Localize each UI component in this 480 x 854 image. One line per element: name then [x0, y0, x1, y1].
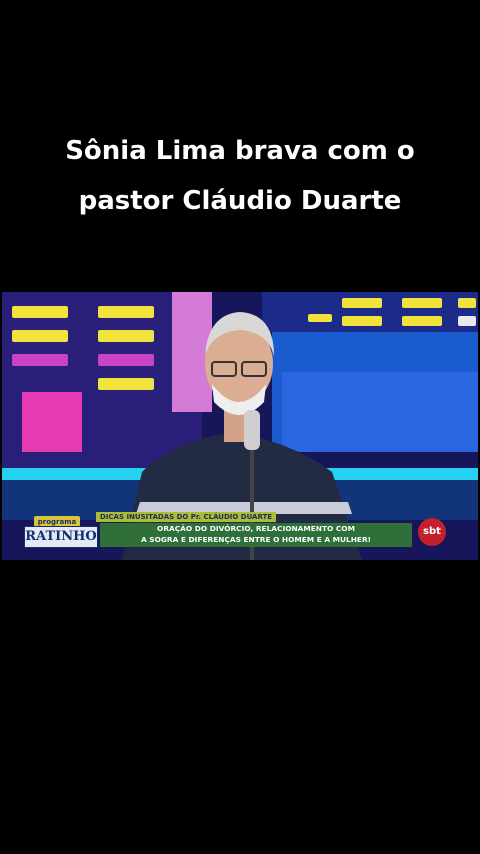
headline-line-2: A SOGRA E DIFERENÇAS ENTRE O HOMEM E A M…: [140, 535, 372, 544]
caption-line-1: Sônia Lima brava com o: [65, 136, 415, 166]
channel-logo: sbt: [418, 518, 446, 546]
segment-tag: DICAS INUSITADAS DO Pr. CLÁUDIO DUARTE: [96, 512, 276, 522]
program-logo-name: RATINHO: [24, 526, 98, 548]
video-caption: Sônia Lima brava com o pastor Cláudio Du…: [0, 126, 480, 226]
program-logo: programa do RATINHO: [24, 516, 98, 552]
caption-line-2: pastor Cláudio Duarte: [78, 186, 402, 216]
headline-line-1: ORAÇÃO DO DIVÓRCIO, RELACIONAMENTO COM: [157, 524, 355, 533]
headline-bar: ORAÇÃO DO DIVÓRCIO, RELACIONAMENTO COM A…: [100, 523, 412, 547]
